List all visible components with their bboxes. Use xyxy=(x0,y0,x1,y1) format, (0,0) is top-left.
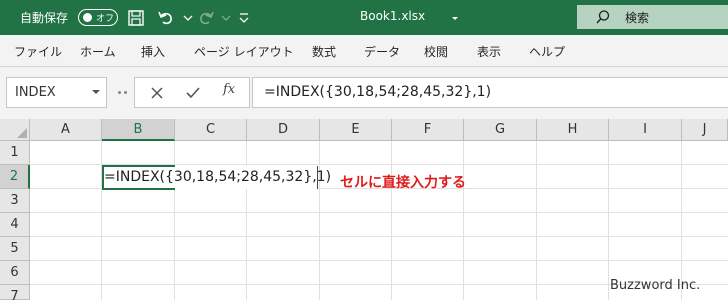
cell-b2-text: =INDEX({30,18,54;28,45,32},1) xyxy=(104,169,332,185)
search-box[interactable]: 検索 xyxy=(577,5,728,29)
column-header-a[interactable]: A xyxy=(30,119,102,141)
title-bar: 自動保存 オフ Book1.xlsx 検索 xyxy=(0,0,728,35)
cancel-icon[interactable] xyxy=(147,83,167,103)
document-title[interactable]: Book1.xlsx xyxy=(360,9,425,23)
autosave-toggle[interactable]: オフ xyxy=(78,9,118,26)
row-header-3[interactable]: 3 xyxy=(0,189,30,213)
autosave-state: オフ xyxy=(96,14,115,24)
column-header-g[interactable]: G xyxy=(464,119,537,141)
redo-dropdown-icon[interactable] xyxy=(216,8,236,28)
column-header-d[interactable]: D xyxy=(247,119,320,141)
tab-view[interactable]: 表示 xyxy=(477,43,501,60)
name-box-value: INDEX xyxy=(15,85,56,100)
autosave-label: 自動保存 xyxy=(20,11,69,25)
column-header-b[interactable]: B xyxy=(102,119,175,141)
name-box[interactable]: INDEX xyxy=(6,77,107,108)
enter-check-icon[interactable] xyxy=(183,83,203,103)
worksheet-grid[interactable]: A B C D E F G H I J 1 2 3 4 5 6 7 =INDEX… xyxy=(0,119,728,300)
column-header-f[interactable]: F xyxy=(392,119,464,141)
row-header-1[interactable]: 1 xyxy=(0,141,30,165)
search-label: 検索 xyxy=(625,11,650,25)
title-dropdown-icon[interactable] xyxy=(445,8,465,28)
grid-line xyxy=(30,236,728,237)
row-header-4[interactable]: 4 xyxy=(0,213,30,237)
customize-toolbar-icon[interactable] xyxy=(234,8,254,28)
name-box-dropdown-icon[interactable] xyxy=(92,90,100,94)
row-header-6[interactable]: 6 xyxy=(0,261,30,285)
column-header-c[interactable]: C xyxy=(175,119,247,141)
column-header-j[interactable]: J xyxy=(682,119,728,141)
grid-line xyxy=(30,260,728,261)
tab-file[interactable]: ファイル xyxy=(14,43,62,60)
formula-text: =INDEX({30,18,54;28,45,32},1) xyxy=(264,84,492,100)
resize-handle-dot[interactable] xyxy=(124,91,127,94)
row-header-5[interactable]: 5 xyxy=(0,237,30,261)
column-header-h[interactable]: H xyxy=(537,119,609,141)
insert-function-icon[interactable]: fx xyxy=(223,82,235,97)
watermark: Buzzword Inc. xyxy=(610,278,701,293)
save-icon[interactable] xyxy=(126,8,146,28)
row-header-2[interactable]: 2 xyxy=(0,165,30,189)
select-all-button[interactable] xyxy=(0,119,30,141)
select-all-triangle xyxy=(17,128,27,138)
tab-review[interactable]: 校閲 xyxy=(424,43,448,60)
tab-data[interactable]: データ xyxy=(364,43,400,60)
ribbon-tab-bar: ファイル ホーム 挿入 ページ レイアウト 数式 データ 校閲 表示 ヘルプ xyxy=(0,35,728,67)
column-header-e[interactable]: E xyxy=(320,119,392,141)
search-icon xyxy=(596,10,610,24)
redo-icon[interactable] xyxy=(196,8,216,28)
formula-bar-area: INDEX fx =INDEX({30,18,54;28,45,32},1) xyxy=(0,67,728,119)
toggle-knob xyxy=(83,13,92,22)
tab-help[interactable]: ヘルプ xyxy=(529,43,565,60)
annotation-text: セルに直接入力する xyxy=(340,175,466,191)
undo-dropdown-icon[interactable] xyxy=(178,8,198,28)
column-header-i[interactable]: I xyxy=(609,119,682,141)
tab-insert[interactable]: 挿入 xyxy=(141,43,165,60)
resize-handle-dot[interactable] xyxy=(118,91,121,94)
tab-formulas[interactable]: 数式 xyxy=(312,43,336,60)
tab-home[interactable]: ホーム xyxy=(80,43,116,60)
tab-page-layout[interactable]: ページ レイアウト xyxy=(194,43,294,60)
undo-icon[interactable] xyxy=(156,8,176,28)
formula-buttons: fx xyxy=(134,77,250,108)
grid-line xyxy=(30,212,728,213)
formula-input[interactable]: =INDEX({30,18,54;28,45,32},1) xyxy=(252,77,728,108)
row-header-7[interactable]: 7 xyxy=(0,285,30,300)
